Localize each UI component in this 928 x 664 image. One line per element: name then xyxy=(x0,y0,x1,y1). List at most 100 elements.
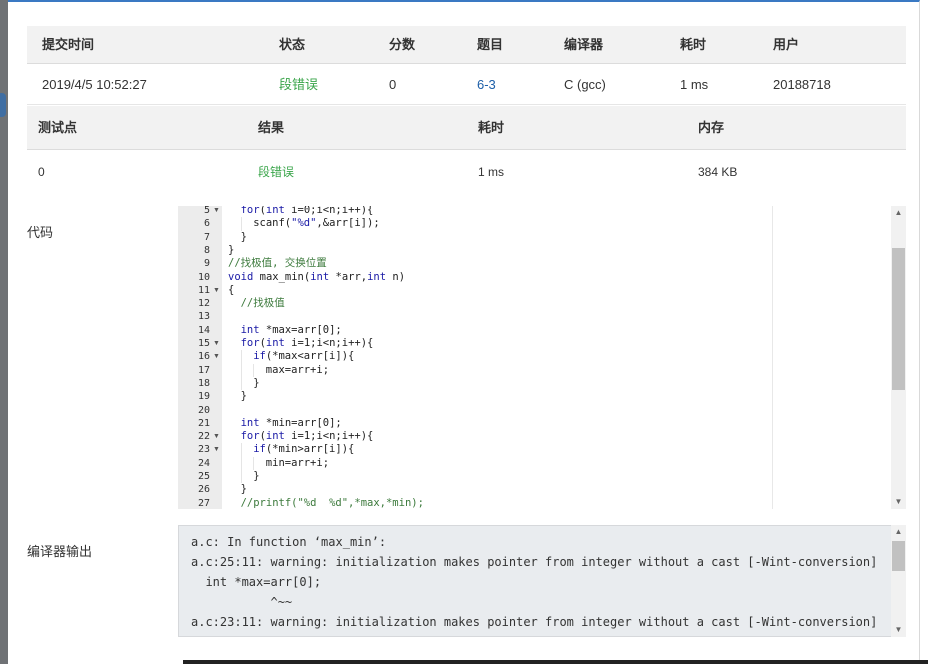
fold-arrow-icon[interactable]: ▼ xyxy=(213,350,220,363)
line-number: 10 xyxy=(197,271,210,283)
code-token: max=arr+i; xyxy=(265,363,330,376)
indent-guide xyxy=(240,456,242,470)
line-number: 14 xyxy=(197,324,210,336)
code-label: 代码 xyxy=(27,225,54,240)
line-number: 27 xyxy=(197,497,210,509)
line-number: 24 xyxy=(197,457,210,469)
header-status: 状态 xyxy=(279,37,306,52)
code-token: } xyxy=(253,376,260,389)
code-token: //找极值 xyxy=(240,297,285,310)
code-line: int *max=arr[0]; xyxy=(241,324,342,337)
test-memory: 384 KB xyxy=(698,165,738,179)
output-scrollbar[interactable]: ▲ ▼ xyxy=(891,525,906,637)
code-token: { xyxy=(228,283,235,296)
indent-guide xyxy=(240,470,242,484)
submit-time: 2019/4/5 10:52:27 xyxy=(42,77,147,92)
code-token: n) xyxy=(386,270,406,283)
code-token: //找极值, 交换位置 xyxy=(228,257,327,270)
code-token: for xyxy=(240,430,260,443)
line-number: 13 xyxy=(197,311,210,323)
code-token: int xyxy=(265,206,285,216)
code-token: *arr, xyxy=(329,270,368,283)
code-token: } xyxy=(253,470,260,482)
code-token: int xyxy=(265,430,285,443)
code-token: *max=arr[0]; xyxy=(259,323,342,336)
test-result: 段错误 xyxy=(258,165,295,179)
code-token: int xyxy=(240,323,260,336)
score: 0 xyxy=(389,77,397,92)
indent-guide xyxy=(240,350,242,364)
code-token: //printf("%d %d",*max,*min); xyxy=(240,496,424,509)
code-token: i=1;i<n;i++){ xyxy=(284,337,374,349)
fold-arrow-icon[interactable]: ▼ xyxy=(213,430,220,443)
code-token: } xyxy=(228,243,235,256)
line-number: 11 xyxy=(197,284,210,296)
code-line: } xyxy=(241,483,247,496)
code-token: max_min( xyxy=(253,270,311,283)
indent-guide xyxy=(253,363,255,377)
fold-arrow-icon[interactable]: ▼ xyxy=(213,337,220,350)
header-elapsed: 耗时 xyxy=(680,37,707,52)
header-problem: 题目 xyxy=(477,37,504,52)
table-row: 2019/4/5 10:52:27 段错误 0 6-3 C (gcc) 1 ms… xyxy=(27,64,906,105)
line-number: 18 xyxy=(197,377,210,389)
chevron-down-icon[interactable]: ▼ xyxy=(891,623,906,637)
code-token: } xyxy=(240,390,247,403)
code-token: for xyxy=(240,337,260,349)
code-line: } xyxy=(228,244,234,257)
indent-guide xyxy=(240,443,242,457)
backdrop-indicator xyxy=(0,93,6,117)
chevron-down-icon[interactable]: ▼ xyxy=(891,495,906,509)
code-token: int xyxy=(310,270,330,283)
code-token: for xyxy=(240,206,260,216)
line-number: 5 xyxy=(203,206,210,216)
code-token: min=arr+i; xyxy=(265,456,330,469)
compiler-output-label: 编译器输出 xyxy=(27,544,93,559)
compiler: C (gcc) xyxy=(564,77,606,92)
code-token: i=0;i<n;i++){ xyxy=(284,206,374,216)
scrollbar-thumb[interactable] xyxy=(892,541,905,571)
code-line: if(*max<arr[i]){ xyxy=(253,350,354,363)
fold-arrow-icon[interactable]: ▼ xyxy=(213,284,220,297)
indent-guide xyxy=(240,376,242,391)
line-number: 26 xyxy=(197,484,210,496)
code-token: int xyxy=(240,416,260,429)
line-number: 7 xyxy=(203,231,210,243)
elapsed: 1 ms xyxy=(680,77,709,92)
line-number: 8 xyxy=(203,244,210,256)
code-token: ,&arr[i]); xyxy=(316,217,380,230)
code-content[interactable]: for(int i=0;i<n;i++){scanf("%d",&arr[i])… xyxy=(222,206,906,509)
status-badge: 段错误 xyxy=(279,77,319,92)
user: 20188718 xyxy=(773,77,831,92)
table-row: 0 段错误 1 ms 384 KB xyxy=(27,150,906,194)
code-line: if(*min>arr[i]){ xyxy=(253,443,354,456)
backdrop-bottom xyxy=(183,660,928,664)
scrollbar-thumb[interactable] xyxy=(892,248,905,390)
problem-link[interactable]: 6-3 xyxy=(477,64,496,105)
line-number: 23 xyxy=(197,444,210,456)
code-line: scanf("%d",&arr[i]); xyxy=(253,217,379,230)
fold-arrow-icon[interactable]: ▼ xyxy=(213,206,220,217)
code-token: } xyxy=(240,483,247,496)
code-token: int xyxy=(367,270,387,283)
test-case-table: 测试点 结果 耗时 内存 0 段错误 1 ms 384 KB xyxy=(27,106,906,194)
chevron-up-icon[interactable]: ▲ xyxy=(891,206,906,220)
code-token: int xyxy=(265,337,285,349)
code-editor[interactable]: 5 ▼ 6 7 8 9 10 11 ▼ 12 13 14 15 ▼ 16 ▼ 17 18 19 20 21 22 ▼ 23 ▼ 2… xyxy=(178,206,906,509)
compiler-output-box[interactable]: a.c: In function ‘max_min’: a.c:25:11: w… xyxy=(178,525,906,637)
compiler-output-text: a.c: In function ‘max_min’: a.c:25:11: w… xyxy=(191,535,878,629)
fold-arrow-icon[interactable]: ▼ xyxy=(213,443,220,456)
code-scrollbar[interactable]: ▲ ▼ xyxy=(891,206,906,509)
line-number: 17 xyxy=(197,364,210,376)
code-token: i=1;i<n;i++){ xyxy=(284,430,374,443)
line-number: 6 xyxy=(203,218,210,230)
header-submit-time: 提交时间 xyxy=(42,37,95,52)
test-elapsed: 1 ms xyxy=(478,165,505,179)
header-compiler: 编译器 xyxy=(564,37,604,52)
code-line: //找极值 xyxy=(241,297,285,310)
header-test-elapsed: 耗时 xyxy=(478,120,505,135)
submission-table-header: 提交时间 状态 分数 题目 编译器 耗时 用户 xyxy=(27,26,906,64)
chevron-up-icon[interactable]: ▲ xyxy=(891,525,906,539)
line-number: 19 xyxy=(197,391,210,403)
line-number-gutter: 5 ▼ 6 7 8 9 10 11 ▼ 12 13 14 15 ▼ 16 ▼ 17 18 19 20 21 22 ▼ 23 ▼ 2… xyxy=(178,206,222,509)
